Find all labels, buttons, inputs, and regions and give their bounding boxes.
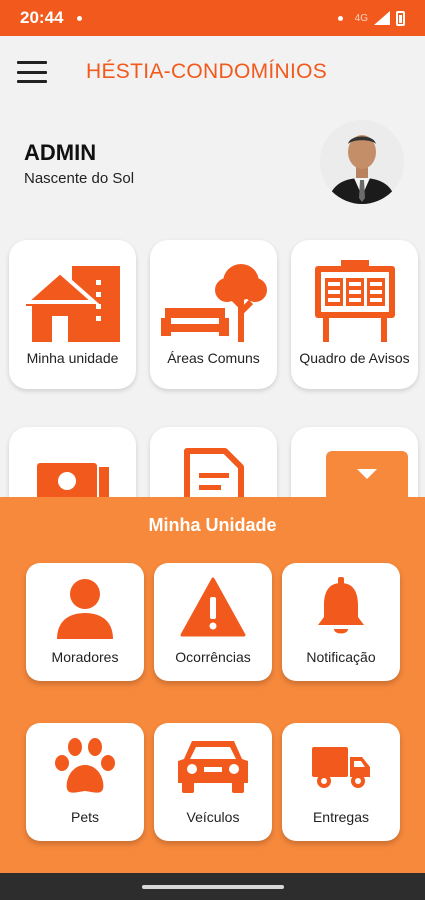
status-indicators: 4G bbox=[337, 10, 405, 26]
tile-label: Quadro de Avisos bbox=[299, 350, 410, 366]
option-ocorrencias[interactable]: Ocorrências bbox=[154, 563, 272, 681]
option-label: Entregas bbox=[312, 809, 370, 825]
home-gesture-handle[interactable] bbox=[142, 885, 284, 889]
option-label: Moradores bbox=[51, 649, 119, 665]
system-nav-bar bbox=[0, 873, 425, 900]
avatar[interactable] bbox=[320, 120, 404, 204]
notification-dot-icon bbox=[77, 15, 83, 21]
document-icon bbox=[183, 448, 244, 501]
signal-icon bbox=[374, 11, 390, 25]
notice-board-icon bbox=[314, 260, 395, 342]
sheet-collapse-toggle[interactable] bbox=[326, 451, 408, 501]
status-time: 20:44 bbox=[20, 8, 64, 27]
tile-label: Minha unidade bbox=[26, 350, 119, 366]
tile-label: Áreas Comuns bbox=[167, 350, 260, 366]
bottom-sheet-minha-unidade: Minha Unidade Moradores Ocorrências Noti… bbox=[0, 497, 425, 873]
house-building-icon bbox=[25, 266, 120, 342]
profile-condominium: Nascente do Sol bbox=[24, 170, 135, 187]
warning-icon bbox=[180, 577, 246, 637]
tile-areas-comuns[interactable]: Áreas Comuns bbox=[150, 240, 277, 389]
option-pets[interactable]: Pets bbox=[26, 723, 144, 841]
car-icon bbox=[178, 741, 248, 793]
notification-dot-icon bbox=[337, 15, 343, 21]
option-moradores[interactable]: Moradores bbox=[26, 563, 144, 681]
option-notificacao[interactable]: Notificação bbox=[282, 563, 400, 681]
option-label: Veículos bbox=[186, 809, 240, 825]
network-type: 4G bbox=[354, 12, 368, 24]
option-label: Ocorrências bbox=[175, 649, 251, 665]
status-bar: 20:44 4G bbox=[0, 0, 425, 36]
app-bar: HÉSTIA-CONDOMÍNIOS bbox=[0, 36, 425, 108]
profile-info: ADMIN Nascente do Sol bbox=[24, 140, 134, 187]
option-entregas[interactable]: Entregas bbox=[282, 723, 400, 841]
bell-icon bbox=[318, 577, 364, 634]
tile-quadro-avisos[interactable]: Quadro de Avisos bbox=[291, 240, 418, 389]
avatar-photo bbox=[320, 120, 404, 204]
sheet-title: Minha Unidade bbox=[148, 515, 277, 535]
bench-tree-icon bbox=[160, 264, 267, 342]
person-icon bbox=[57, 579, 113, 639]
app-title: HÉSTIA-CONDOMÍNIOS bbox=[86, 60, 328, 83]
option-label: Notificação bbox=[306, 649, 376, 665]
battery-icon bbox=[396, 10, 405, 26]
truck-icon bbox=[312, 747, 370, 788]
paw-icon bbox=[55, 738, 115, 793]
option-veiculos[interactable]: Veículos bbox=[154, 723, 272, 841]
profile-name: ADMIN bbox=[24, 140, 97, 165]
hamburger-menu-icon[interactable] bbox=[17, 61, 47, 83]
option-label: Pets bbox=[70, 809, 99, 825]
tile-minha-unidade[interactable]: Minha unidade bbox=[9, 240, 136, 389]
